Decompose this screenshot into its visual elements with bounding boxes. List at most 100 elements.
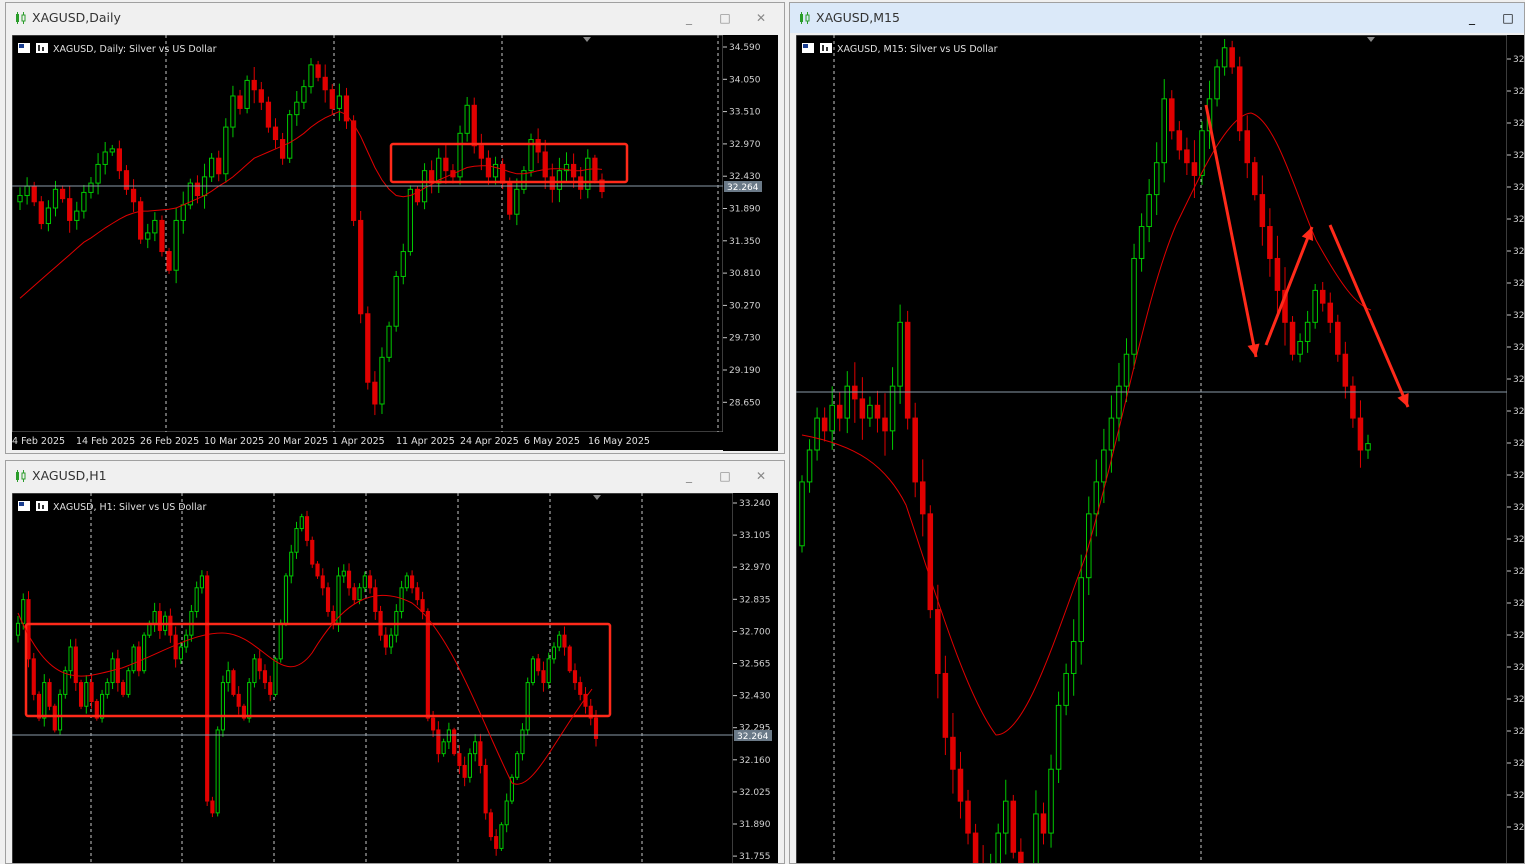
bear-candle xyxy=(478,145,484,159)
bull-candle xyxy=(1161,98,1168,164)
bear-candle xyxy=(130,188,137,203)
bear-candle xyxy=(1289,321,1296,355)
flag-us-icon-canton xyxy=(19,44,24,48)
bear-candle xyxy=(471,104,477,147)
price-tick-label: 32 xyxy=(1513,247,1524,257)
bear-candle xyxy=(927,513,934,611)
bull-candle xyxy=(247,682,252,719)
bull-candle xyxy=(806,449,813,483)
bull-candle xyxy=(446,729,451,743)
bull-candle xyxy=(889,385,896,432)
m15-title-bar[interactable]: XAGUSD,M15 _ □ xyxy=(790,3,1524,33)
date-tick-label: 1 Apr 2025 xyxy=(332,436,385,447)
bear-candle xyxy=(1236,66,1243,132)
maximize-button[interactable]: □ xyxy=(1501,11,1515,25)
price-tick-label: 32 xyxy=(1513,663,1524,673)
bull-candle xyxy=(362,575,367,589)
bear-candle xyxy=(320,575,325,589)
h1-chart[interactable]: 33.240 33.105 32.970 32.835 32.700 32.565 32.4… xyxy=(12,493,778,864)
bull-candle xyxy=(897,321,903,387)
bear-candle xyxy=(205,575,210,802)
current-price-label: 32.264 xyxy=(727,183,759,193)
bull-candle xyxy=(273,658,278,695)
daily-chart-window[interactable]: XAGUSD,Daily _ □ ✕ 34.590 34.050 33.510 32.… xyxy=(5,2,785,454)
bull-candle xyxy=(95,163,101,184)
minimize-button[interactable]: _ xyxy=(1465,11,1479,25)
bear-candle xyxy=(89,682,94,703)
price-tick-label: 31.890 xyxy=(729,205,761,215)
minimize-button[interactable]: _ xyxy=(682,11,696,25)
bear-candle xyxy=(268,682,273,695)
date-tick-label: 6 May 2025 xyxy=(524,436,580,447)
close-button[interactable]: ✕ xyxy=(754,469,768,483)
bull-candle xyxy=(24,185,30,197)
bull-candle xyxy=(514,188,520,215)
bull-candle xyxy=(1297,340,1303,355)
bear-candle xyxy=(431,717,436,731)
bear-candle xyxy=(852,385,858,400)
bear-candle xyxy=(257,658,262,672)
price-tick-label: 33.510 xyxy=(729,108,761,118)
price-tick-label: 32 xyxy=(1513,759,1524,769)
m15-chart[interactable]: 32 32 32 32 32 32 32 32 32 32 32 32 32 32 32 32 32 32 32 32… xyxy=(796,35,1525,864)
price-tick-label: 30.810 xyxy=(729,269,761,279)
bear-candle xyxy=(904,321,911,419)
bear-candle xyxy=(443,157,449,172)
close-button[interactable]: ✕ xyxy=(754,11,768,25)
bear-candle xyxy=(73,646,78,684)
daily-chart[interactable]: 34.590 34.050 33.510 32.970 32.430 31.890 31.3… xyxy=(12,35,778,451)
bull-candle xyxy=(464,104,470,134)
bear-candle xyxy=(536,658,541,672)
price-tick-label: 33.105 xyxy=(739,531,771,541)
h1-chart-window[interactable]: XAGUSD,H1 _ □ ✕ 33.240 33.105 32.970 32.835… xyxy=(5,460,785,864)
bear-candle xyxy=(1274,257,1281,291)
bear-candle xyxy=(1244,130,1251,164)
bull-candle xyxy=(308,64,314,88)
bear-candle xyxy=(957,768,964,802)
bull-candle xyxy=(520,729,525,755)
bull-candle xyxy=(105,682,110,695)
bear-candle xyxy=(1229,47,1235,68)
bear-candle xyxy=(578,682,583,695)
bear-candle xyxy=(52,705,57,731)
bull-candle xyxy=(799,481,805,547)
bull-candle xyxy=(301,86,307,103)
indicator-icon-bar xyxy=(822,45,824,51)
bear-candle xyxy=(216,157,222,175)
m15-window-title: XAGUSD,M15 xyxy=(816,10,900,25)
bull-candle xyxy=(1063,672,1069,706)
date-tick-label: 11 Apr 2025 xyxy=(396,436,455,447)
bear-candle xyxy=(36,693,42,719)
bear-candle xyxy=(47,682,52,707)
price-axis xyxy=(733,493,778,863)
minimize-button[interactable]: _ xyxy=(682,469,696,483)
price-tick-label: 30.270 xyxy=(729,301,761,311)
maximize-button[interactable]: □ xyxy=(718,469,732,483)
bull-candle xyxy=(341,570,346,577)
price-tick-label: 33.240 xyxy=(739,499,771,509)
bear-candle xyxy=(136,646,141,672)
bear-candle xyxy=(358,219,364,315)
price-tick-label: 32 xyxy=(1513,311,1524,321)
bear-candle xyxy=(325,587,331,612)
bear-candle xyxy=(166,251,172,271)
m15-chart-window[interactable]: XAGUSD,M15 _ □ 32 32 32 32 32 32 32 32 32 32 32 32 3… xyxy=(789,2,1525,864)
bull-candle xyxy=(180,204,186,221)
bull-candle xyxy=(126,670,131,695)
daily-title-bar[interactable]: XAGUSD,Daily _ □ ✕ xyxy=(6,3,784,33)
bull-candle xyxy=(220,682,226,731)
bear-candle xyxy=(488,812,493,838)
bear-candle xyxy=(882,417,888,432)
bear-candle xyxy=(462,764,467,778)
price-tick-label: 32 xyxy=(1513,407,1524,417)
bear-candle xyxy=(265,101,272,128)
bull-candle xyxy=(289,551,294,577)
bull-candle xyxy=(152,219,158,234)
bear-candle xyxy=(541,670,546,684)
maximize-button[interactable]: □ xyxy=(718,11,732,25)
bull-candle xyxy=(1312,289,1318,323)
bear-candle xyxy=(322,76,328,91)
bull-candle xyxy=(294,528,299,553)
bull-candle xyxy=(1093,481,1100,515)
h1-title-bar[interactable]: XAGUSD,H1 _ □ ✕ xyxy=(6,461,784,491)
